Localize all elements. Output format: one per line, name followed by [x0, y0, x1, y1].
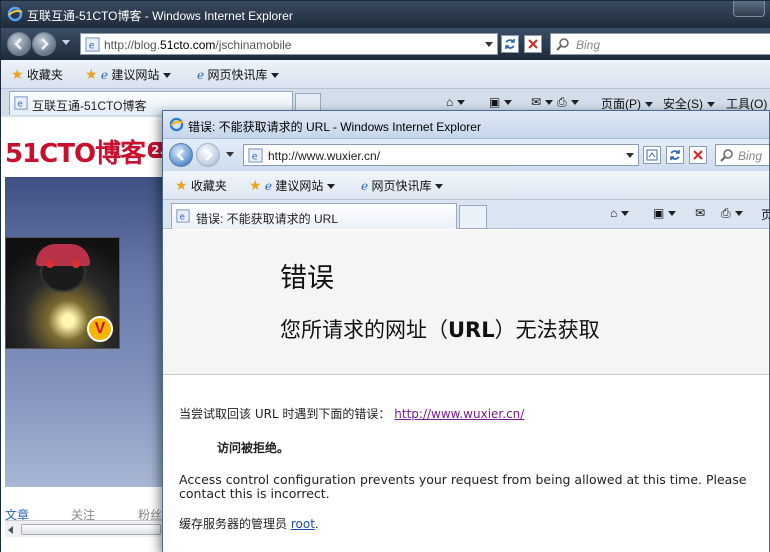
- error-attempt-line: 当尝试取回该 URL 时遇到下面的错误： http://www.wuxier.c…: [179, 407, 525, 421]
- tab-title: 互联互通-51CTO博客: [32, 99, 147, 113]
- home-icon[interactable]: ⌂: [446, 95, 466, 109]
- compatibility-view-icon[interactable]: [643, 146, 661, 164]
- avatar[interactable]: V: [5, 237, 120, 349]
- favorites-button[interactable]: ★ 收藏夹: [175, 177, 227, 194]
- error-favorites-bar: ★ 收藏夹 ★ ℯ 建议网站 ℯ 网页快讯库: [163, 171, 769, 200]
- window-control-button[interactable]: [733, 1, 765, 17]
- site-logo[interactable]: 51CTO博客2.0: [5, 133, 176, 170]
- error-tab-bar: e 错误: 不能获取请求的 URL ⌂ ▣ ✉ ⎙ 页: [163, 200, 770, 229]
- error-navigation-bar: e http://www.wuxier.cn/ Bing: [163, 139, 769, 171]
- svg-text:e: e: [89, 40, 95, 51]
- ie-page-icon: ℯ: [197, 68, 205, 82]
- verified-badge-icon: V: [87, 316, 113, 342]
- stop-icon[interactable]: [524, 35, 542, 53]
- background-title-bar[interactable]: 互联互通-51CTO博客 - Windows Internet Explorer: [1, 1, 770, 28]
- ie-logo-icon: [7, 6, 23, 25]
- new-tab-button[interactable]: [459, 205, 487, 229]
- suggested-sites-button[interactable]: ★ ℯ 建议网站: [249, 177, 336, 194]
- favorites-star-icon: ★: [11, 66, 24, 82]
- cache-admin-line: 缓存服务器的管理员 root.: [179, 517, 319, 531]
- back-button[interactable]: [169, 143, 193, 167]
- address-dropdown-icon[interactable]: [626, 153, 634, 158]
- search-placeholder: Bing: [738, 149, 763, 163]
- forward-button[interactable]: [32, 32, 56, 56]
- svg-text:e: e: [18, 100, 23, 110]
- page-title: 错误: [280, 263, 334, 294]
- ie-page-icon: ℯ: [264, 179, 273, 193]
- mail-icon[interactable]: ✉: [695, 206, 705, 220]
- refresh-icon[interactable]: [666, 146, 684, 164]
- tab-error-page[interactable]: e 错误: 不能获取请求的 URL: [171, 203, 457, 229]
- horizontal-scrollbar[interactable]: [5, 520, 165, 537]
- feeds-icon[interactable]: ▣: [489, 95, 513, 109]
- page-icon: e: [248, 148, 263, 166]
- recent-pages-dropdown[interactable]: [62, 40, 70, 45]
- recent-pages-dropdown[interactable]: [226, 152, 234, 157]
- chevron-down-icon: [163, 73, 172, 79]
- scroll-left-icon[interactable]: [8, 526, 13, 534]
- back-button[interactable]: [7, 32, 31, 56]
- mail-icon[interactable]: ✉: [531, 95, 554, 109]
- chevron-down-icon: [271, 73, 280, 79]
- stop-icon[interactable]: [689, 146, 707, 164]
- admin-email-link[interactable]: root: [291, 517, 315, 531]
- web-slice-gallery-button[interactable]: ℯ 网页快讯库: [197, 66, 280, 83]
- page-icon: e: [85, 37, 100, 55]
- address-dropdown-icon[interactable]: [485, 42, 493, 47]
- background-window-title: 互联互通-51CTO博客 - Windows Internet Explorer: [27, 9, 293, 23]
- refresh-icon[interactable]: [501, 35, 519, 53]
- suggested-sites-button[interactable]: ★ ℯ 建议网站: [85, 66, 172, 83]
- add-favorites-icon: ★: [85, 66, 98, 82]
- background-navigation-bar: e http://blog.51cto.com/jschinamobile Bi…: [1, 28, 770, 60]
- requested-url-link[interactable]: http://www.wuxier.cn/: [394, 407, 524, 421]
- print-icon[interactable]: ⎙: [557, 95, 579, 110]
- ie-logo-icon: [169, 117, 184, 135]
- feeds-icon[interactable]: ▣: [653, 206, 677, 220]
- chevron-down-icon: [707, 102, 715, 108]
- chevron-down-icon: [645, 102, 653, 108]
- web-slice-gallery-button[interactable]: ℯ 网页快讯库: [361, 177, 444, 194]
- forward-button[interactable]: [196, 143, 220, 167]
- home-icon[interactable]: ⌂: [610, 206, 630, 220]
- address-url: http://www.wuxier.cn/: [268, 149, 381, 163]
- search-box[interactable]: Bing: [550, 33, 770, 55]
- favorites-button[interactable]: ★ 收藏夹: [11, 66, 63, 83]
- search-icon: [556, 37, 570, 54]
- address-url: http://blog.51cto.com/jschinamobile: [104, 38, 292, 52]
- svg-text:e: e: [180, 213, 185, 223]
- search-icon: [720, 148, 734, 165]
- search-box[interactable]: Bing: [715, 144, 769, 166]
- favorites-star-icon: ★: [175, 177, 188, 193]
- print-icon[interactable]: ⎙: [721, 206, 743, 221]
- address-bar[interactable]: e http://www.wuxier.cn/: [243, 144, 639, 166]
- avatar-helmet: [36, 244, 90, 266]
- address-bar[interactable]: e http://blog.51cto.com/jschinamobile: [80, 33, 498, 55]
- page-menu[interactable]: 页: [761, 206, 770, 223]
- background-favorites-bar: ★ 收藏夹 ★ ℯ 建议网站 ℯ 网页快讯库: [1, 60, 770, 89]
- error-header: 错误 您所请求的网址（URL）无法获取: [163, 230, 769, 375]
- error-browser-window: 错误: 不能获取请求的 URL - Windows Internet Explo…: [162, 110, 770, 552]
- chevron-down-icon: [327, 184, 336, 190]
- search-placeholder: Bing: [576, 38, 601, 52]
- svg-text:e: e: [252, 151, 258, 162]
- page-icon: e: [176, 209, 190, 226]
- ie-page-icon: ℯ: [100, 68, 109, 82]
- scrollbar-thumb[interactable]: [21, 524, 161, 535]
- error-subtitle: 您所请求的网址（URL）无法获取: [280, 318, 600, 342]
- page-icon: e: [14, 96, 28, 113]
- error-window-title: 错误: 不能获取请求的 URL - Windows Internet Explo…: [188, 120, 481, 134]
- access-control-message: Access control configuration prevents yo…: [179, 472, 747, 501]
- ie-page-icon: ℯ: [361, 179, 369, 193]
- add-favorites-icon: ★: [249, 177, 262, 193]
- error-window-title-bar[interactable]: 错误: 不能获取请求的 URL - Windows Internet Explo…: [163, 111, 769, 139]
- chevron-down-icon: [435, 184, 444, 190]
- error-page-content: 错误 您所请求的网址（URL）无法获取 当尝试取回该 URL 时遇到下面的错误：…: [163, 230, 769, 552]
- access-denied-text: 访问被拒绝。: [217, 441, 290, 455]
- tab-title: 错误: 不能获取请求的 URL: [196, 212, 339, 226]
